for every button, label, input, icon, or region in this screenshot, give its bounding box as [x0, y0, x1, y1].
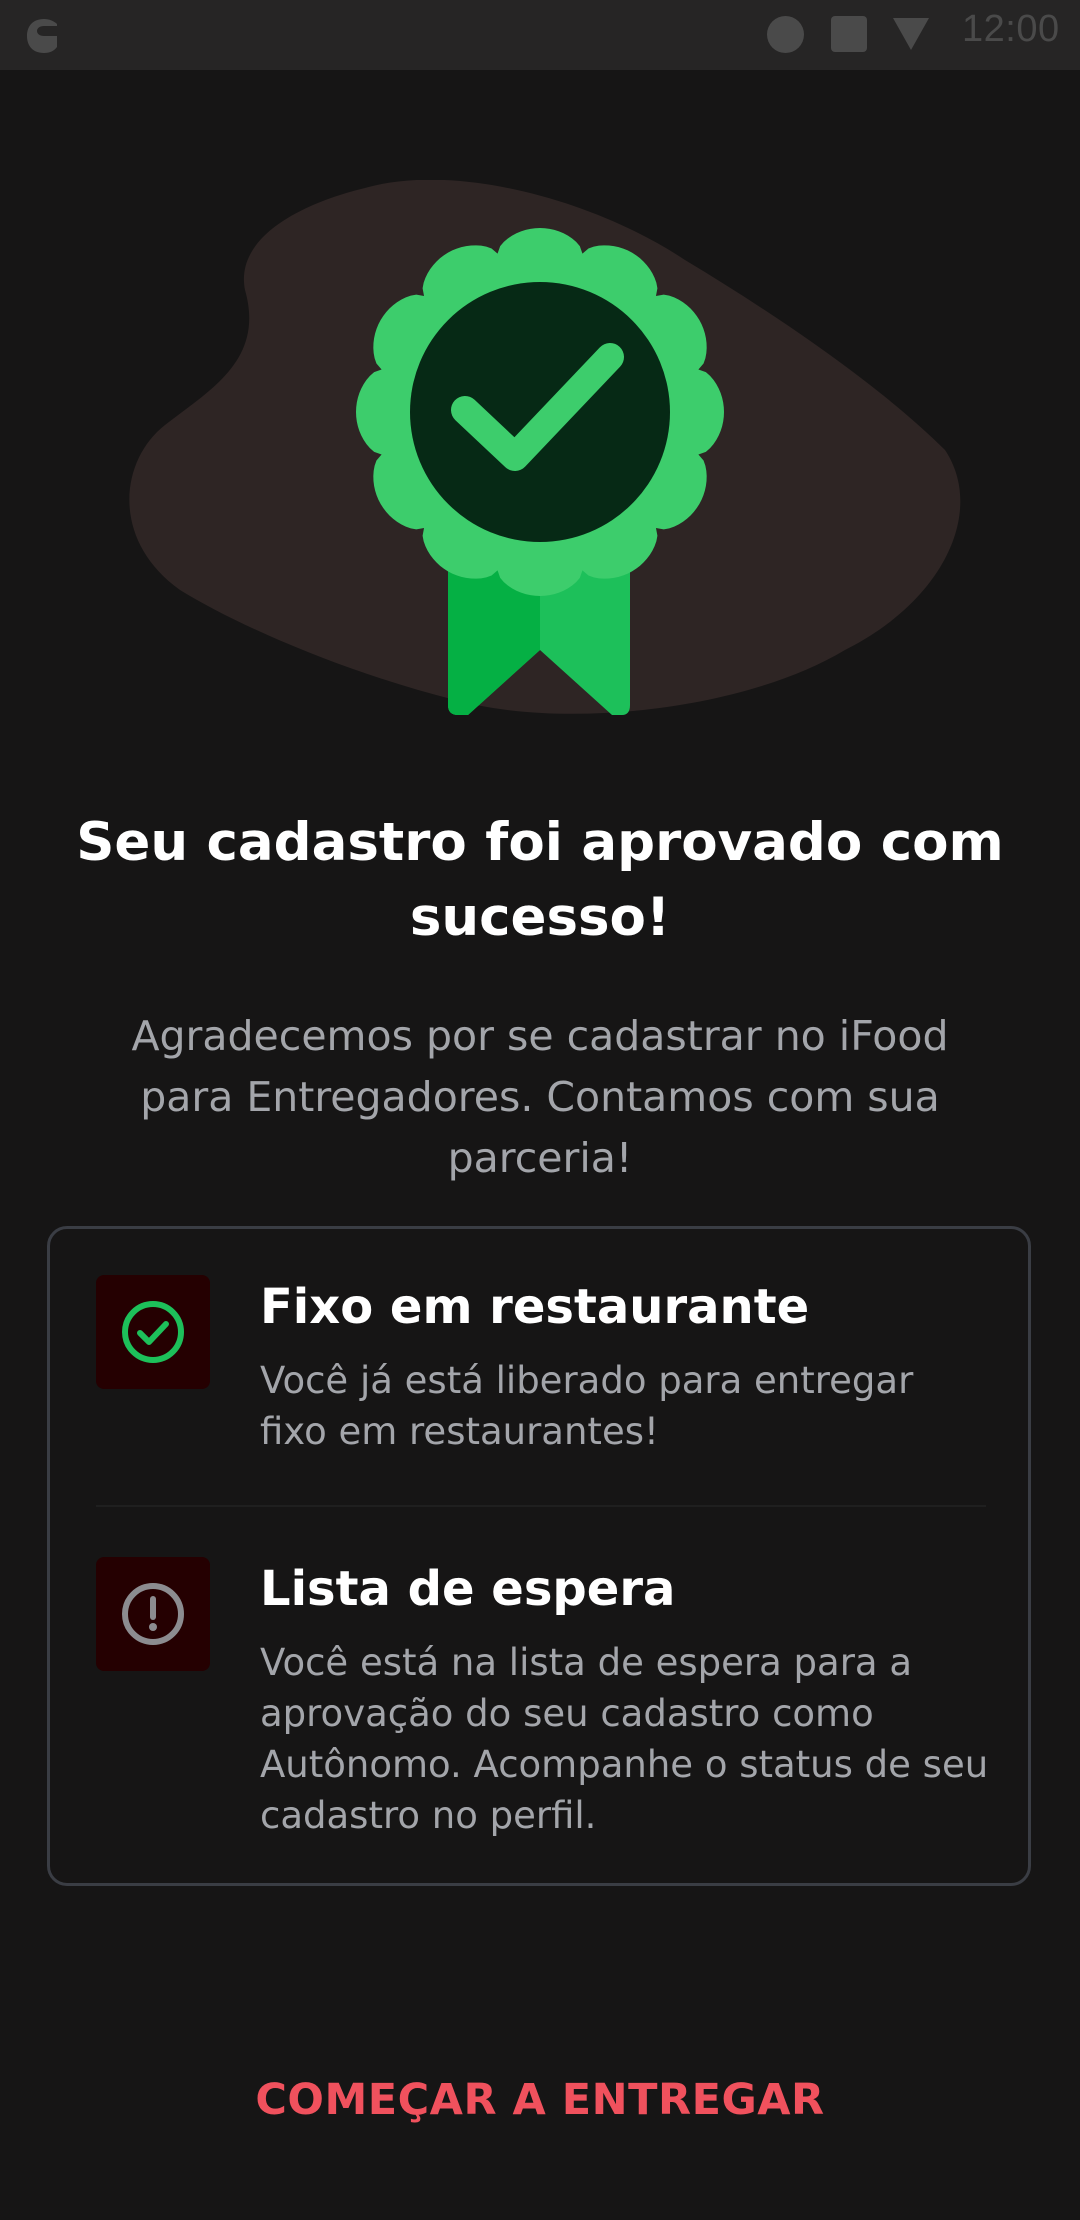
signal-icon — [893, 16, 929, 56]
status-item-icon-tile — [96, 1275, 210, 1389]
app-notification-icon — [24, 16, 64, 60]
approved-badge-icon — [129, 179, 961, 715]
status-bar: 12:00 — [0, 0, 1080, 70]
start-delivering-button[interactable]: COMEÇAR A ENTREGAR — [140, 2060, 940, 2140]
circle-status-icon — [767, 16, 804, 53]
page-subtitle: Agradecemos por se cadastrar no iFood pa… — [131, 1012, 949, 1182]
approved-badge-illustration — [125, 179, 965, 740]
status-time: 12:00 — [962, 8, 1060, 50]
check-circle-icon — [122, 1301, 184, 1363]
registration-status-card: Fixo em restaurante Você já está liberad… — [47, 1226, 1031, 1886]
status-item-description: Você já está liberado para entregar fixo… — [260, 1359, 914, 1453]
card-divider — [96, 1505, 986, 1507]
square-status-icon — [831, 16, 867, 52]
page-title: Seu cadastro foi aprovado com sucesso! — [76, 812, 1004, 948]
status-item-title: Lista de espera — [260, 1561, 676, 1617]
status-item-icon-tile — [96, 1557, 210, 1671]
status-item-title: Fixo em restaurante — [260, 1279, 810, 1335]
status-item-description: Você está na lista de espera para a apro… — [260, 1641, 989, 1837]
alert-circle-icon — [122, 1583, 184, 1645]
